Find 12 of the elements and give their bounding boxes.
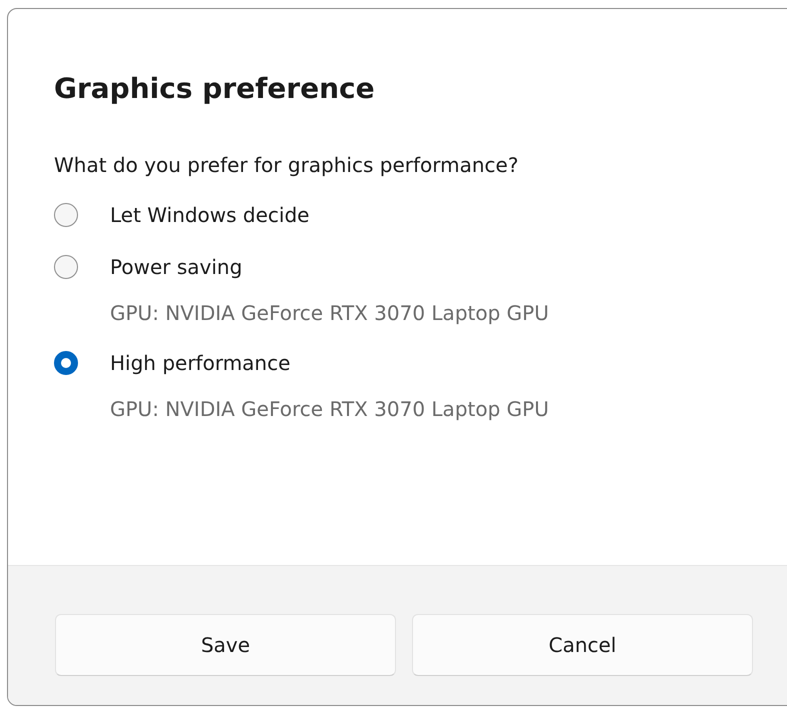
radio-button[interactable] <box>54 203 78 227</box>
option-label: Power saving <box>110 254 242 281</box>
gpu-detail-text: GPU: NVIDIA GeForce RTX 3070 Laptop GPU <box>110 396 550 423</box>
option-label: Let Windows decide <box>110 202 310 229</box>
dialog-title: Graphics preference <box>54 71 376 107</box>
cancel-button[interactable]: Cancel <box>412 614 753 676</box>
radio-button[interactable] <box>54 351 78 375</box>
radio-button[interactable] <box>54 255 78 279</box>
option-label: High performance <box>110 350 290 377</box>
question-text: What do you prefer for graphics performance? <box>54 152 520 179</box>
gpu-detail-text: GPU: NVIDIA GeForce RTX 3070 Laptop GPU <box>110 300 550 327</box>
save-button[interactable]: Save <box>55 614 396 676</box>
